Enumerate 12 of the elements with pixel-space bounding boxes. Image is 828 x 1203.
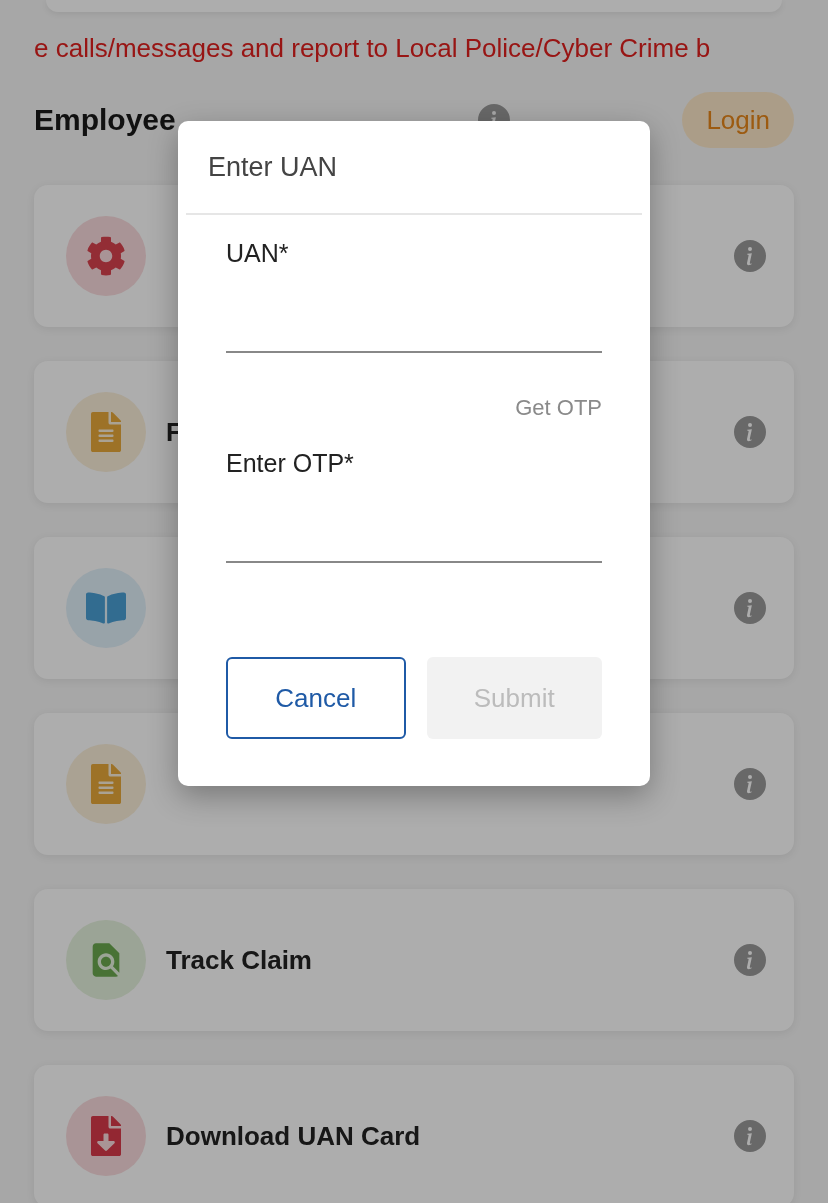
field-label: UAN* — [226, 238, 290, 269]
service-card[interactable]: Track Claim — [34, 889, 794, 1031]
service-title: Download UAN Card — [166, 1120, 421, 1151]
section-title: Employee — [34, 103, 176, 137]
gear-icon — [86, 236, 126, 276]
service-card[interactable]: Download UAN Card — [34, 1065, 794, 1203]
get-otp-link[interactable]: Get OTP — [515, 393, 602, 423]
dialog-button[interactable]: Cancel — [226, 657, 406, 739]
field-label: Enter OTP* — [226, 448, 355, 479]
dialog-title: Enter UAN — [208, 151, 338, 183]
warning-ticker: e calls/messages and report to Local Police/Cyber Crime b — [34, 32, 712, 65]
service-title: Track Claim — [166, 944, 312, 975]
